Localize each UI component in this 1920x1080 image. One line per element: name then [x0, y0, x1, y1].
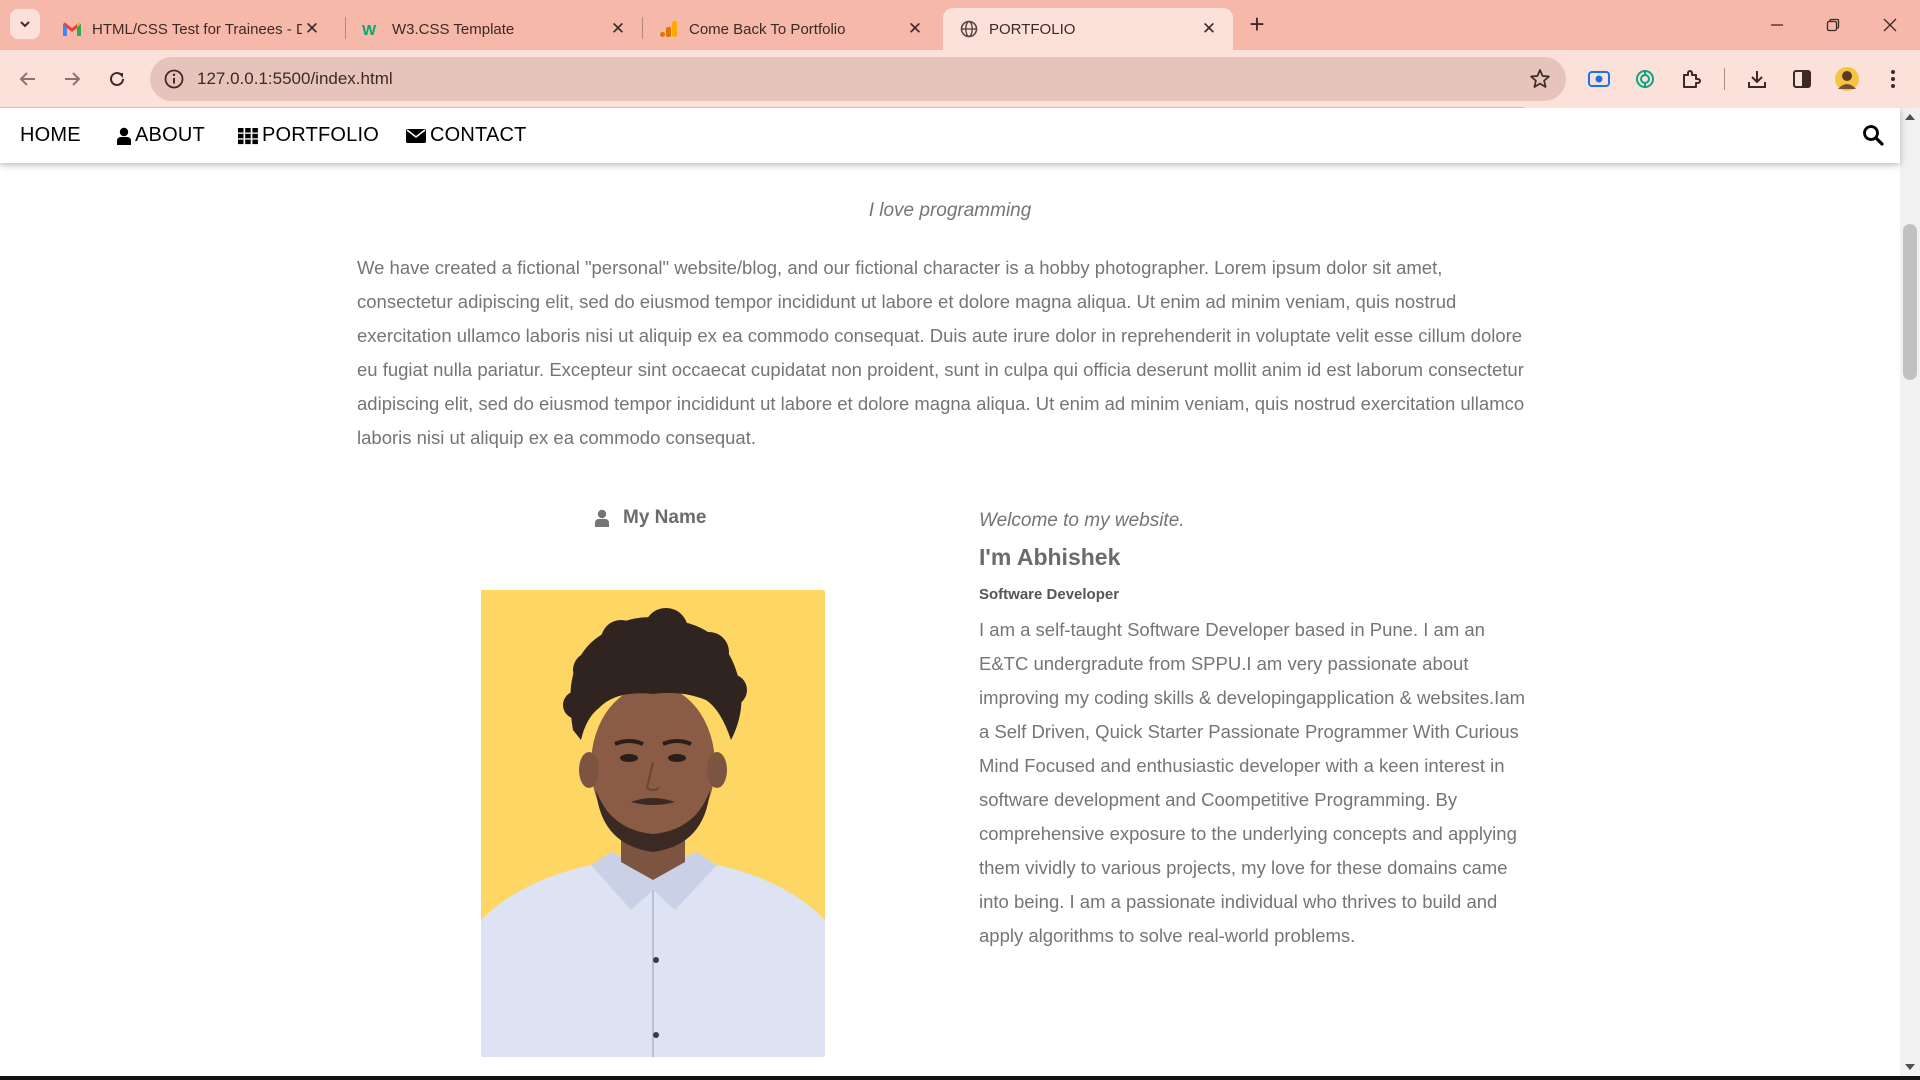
close-window-button[interactable]	[1877, 12, 1903, 38]
side-panel-button[interactable]	[1787, 64, 1817, 94]
globe-icon	[959, 19, 979, 39]
side-panel-icon	[1793, 70, 1811, 88]
back-button[interactable]	[13, 64, 43, 94]
scroll-down-arrow-icon[interactable]	[1905, 1064, 1915, 1070]
tab-title: HTML/CSS Test for Trainees - D	[92, 20, 302, 38]
nav-portfolio-label: PORTFOLIO	[262, 124, 380, 146]
tab-title: W3.CSS Template	[392, 20, 515, 38]
restore-button[interactable]	[1820, 12, 1846, 38]
arrow-left-icon	[19, 72, 35, 86]
bookmark-star-icon[interactable]	[1528, 67, 1552, 91]
downloads-button[interactable]	[1742, 64, 1772, 94]
tab-w3css[interactable]: W W3.CSS Template ✕	[346, 8, 642, 50]
search-icon[interactable]	[1862, 124, 1884, 146]
nav-contact-label: CONTACT	[430, 124, 527, 146]
minimize-button[interactable]	[1764, 12, 1790, 38]
chatgpt-extension[interactable]	[1630, 64, 1660, 94]
nav-home-label: HOME	[20, 124, 81, 146]
openai-icon	[1636, 70, 1654, 88]
close-icon	[1883, 18, 1897, 32]
avatar	[1835, 67, 1859, 91]
download-icon	[1748, 71, 1766, 88]
chevron-down-icon	[20, 21, 30, 28]
screen-capture-extension[interactable]	[1584, 64, 1614, 94]
about-section: I love programming We have created a fic…	[0, 108, 1900, 1076]
browser-menu-button[interactable]	[1878, 64, 1908, 94]
tab-strip: HTML/CSS Test for Trainees - D ✕ W W3.CS…	[0, 0, 1920, 50]
grid-icon	[238, 127, 258, 144]
my-name-heading: My Name	[595, 507, 706, 529]
profile-button[interactable]	[1832, 64, 1862, 94]
w3schools-icon: W	[362, 19, 382, 39]
forward-button[interactable]	[57, 64, 87, 94]
portrait-illustration	[481, 590, 825, 1057]
gmail-icon	[62, 19, 82, 39]
extensions-button[interactable]	[1676, 64, 1706, 94]
tagline: I love programming	[868, 200, 1032, 221]
window-bottom-edge	[0, 1076, 1920, 1080]
bio-paragraph: I am a self-taught Software Developer ba…	[979, 619, 1526, 946]
greeting-heading: I'm Abhishek	[979, 544, 1121, 570]
user-icon	[117, 127, 131, 145]
envelope-icon	[406, 128, 426, 143]
camera-icon	[1588, 71, 1610, 87]
puzzle-icon	[1683, 70, 1701, 88]
nav-portfolio[interactable]: PORTFOLIO	[238, 108, 379, 163]
url-text[interactable]: 127.0.0.1:5500/index.html	[197, 69, 393, 89]
nav-about[interactable]: ABOUT	[117, 108, 205, 163]
intro-paragraph: We have created a fictional "personal" w…	[357, 257, 1525, 448]
browser-toolbar: 127.0.0.1:5500/index.html	[0, 50, 1920, 108]
page-viewport: HOME ABOUT PORTFOLIO CONTACT I love prog…	[0, 108, 1920, 1076]
close-tab-icon[interactable]: ✕	[302, 19, 322, 39]
nav-home[interactable]: HOME	[20, 108, 81, 163]
svg-text:W: W	[362, 22, 377, 37]
user-icon	[595, 509, 609, 527]
toolbar-divider	[1724, 68, 1725, 90]
tab-title: Come Back To Portfolio	[689, 20, 846, 38]
site-info-icon[interactable]	[162, 67, 186, 91]
my-name-label: My Name	[623, 507, 707, 528]
tab-gmail[interactable]: HTML/CSS Test for Trainees - D ✕	[46, 8, 336, 50]
profile-photo	[481, 590, 825, 1057]
top-navbar: HOME ABOUT PORTFOLIO CONTACT	[0, 108, 1900, 163]
new-tab-button[interactable]: +	[1244, 11, 1270, 38]
close-tab-icon[interactable]: ✕	[608, 19, 628, 39]
more-vertical-icon	[1891, 70, 1895, 88]
reload-icon	[110, 71, 124, 86]
tab-search-button[interactable]	[10, 9, 40, 39]
reload-button[interactable]	[102, 64, 132, 94]
tab-analytics[interactable]: Come Back To Portfolio ✕	[643, 8, 939, 50]
minimize-icon	[1771, 24, 1783, 26]
nav-contact[interactable]: CONTACT	[406, 108, 527, 163]
tab-title: PORTFOLIO	[989, 20, 1076, 38]
address-bar[interactable]: 127.0.0.1:5500/index.html	[150, 57, 1566, 101]
scroll-thumb[interactable]	[1903, 224, 1917, 380]
close-tab-icon[interactable]: ✕	[1199, 19, 1219, 39]
page-scrollbar[interactable]	[1900, 108, 1920, 1076]
google-analytics-icon	[659, 19, 679, 39]
arrow-right-icon	[65, 72, 81, 86]
welcome-text: Welcome to my website.	[979, 510, 1185, 531]
role-subtitle: Software Developer	[979, 586, 1120, 603]
close-tab-icon[interactable]: ✕	[905, 19, 925, 39]
scroll-up-arrow-icon[interactable]	[1905, 114, 1915, 120]
restore-icon	[1826, 18, 1840, 32]
nav-about-label: ABOUT	[135, 124, 205, 146]
tab-portfolio[interactable]: PORTFOLIO ✕	[943, 8, 1233, 50]
